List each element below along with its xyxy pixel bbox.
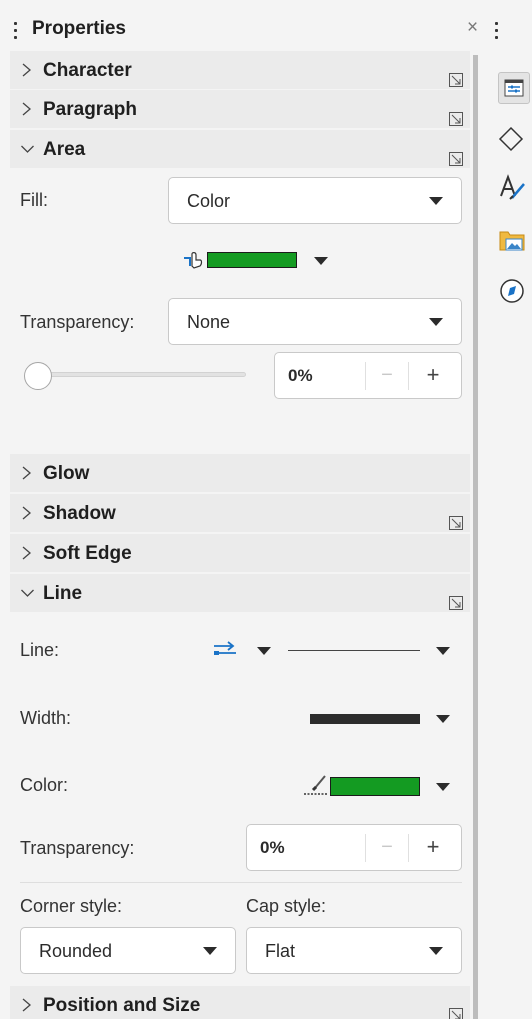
arrow-style-dropdown-icon[interactable] xyxy=(257,647,271,655)
transparency-slider-handle[interactable] xyxy=(24,362,52,390)
line-color-label: Color: xyxy=(20,775,69,795)
fill-type-dropdown[interactable]: Color xyxy=(168,177,462,224)
transparency-slider-track[interactable] xyxy=(34,372,246,377)
gallery-icon[interactable] xyxy=(498,226,530,258)
chevron-right-icon xyxy=(22,506,31,520)
section-glow[interactable]: Glow xyxy=(10,454,470,492)
section-paragraph[interactable]: Paragraph xyxy=(10,90,470,128)
decrement-button[interactable]: − xyxy=(365,834,409,862)
section-position-and-size[interactable]: Position and Size xyxy=(10,986,470,1019)
section-line[interactable]: Line xyxy=(10,574,470,612)
navigator-icon[interactable] xyxy=(498,276,530,308)
line-width-preview[interactable] xyxy=(310,714,420,724)
dropdown-arrow-icon xyxy=(429,947,443,955)
section-label: Soft Edge xyxy=(43,543,132,564)
arrow-style-icon[interactable] xyxy=(212,640,238,660)
chevron-right-icon xyxy=(22,466,31,480)
section-label: Paragraph xyxy=(43,99,137,120)
shapes-icon[interactable] xyxy=(498,124,530,156)
more-options-icon[interactable] xyxy=(449,112,463,126)
dropdown-arrow-icon xyxy=(429,197,443,205)
fill-bucket-icon xyxy=(184,252,203,269)
properties-panel: Properties × Character Paragraph Area Fi… xyxy=(0,0,478,1019)
close-icon[interactable]: × xyxy=(467,17,478,39)
section-label: Line xyxy=(43,583,83,604)
section-shadow[interactable]: Shadow xyxy=(10,494,470,532)
sidebar-tab-deck xyxy=(478,0,532,1019)
chevron-right-icon xyxy=(22,998,31,1012)
fill-color-dropdown-icon[interactable] xyxy=(314,257,328,265)
line-style-preview-bg xyxy=(288,640,420,664)
chevron-right-icon xyxy=(22,546,31,560)
line-width-dropdown-icon[interactable] xyxy=(436,715,450,723)
divider xyxy=(20,882,462,883)
line-transparency-label: Transparency: xyxy=(20,838,135,858)
section-soft-edge[interactable]: Soft Edge xyxy=(10,534,470,572)
section-label: Position and Size xyxy=(43,995,201,1016)
chevron-down-icon xyxy=(21,589,34,597)
line-style-dropdown-icon[interactable] xyxy=(436,647,450,655)
section-label: Character xyxy=(43,60,132,81)
decrement-button[interactable]: − xyxy=(365,362,409,390)
increment-button[interactable]: + xyxy=(413,361,453,391)
styles-icon[interactable] xyxy=(498,172,530,204)
more-options-icon[interactable] xyxy=(449,1008,463,1019)
chevron-down-icon xyxy=(21,145,34,153)
line-transparency-value: 0% xyxy=(260,838,285,857)
panel-grip-icon[interactable] xyxy=(14,22,17,25)
properties-icon[interactable] xyxy=(498,72,530,104)
line-color-dropdown-icon[interactable] xyxy=(436,783,450,791)
area-transparency-dropdown[interactable]: None xyxy=(168,298,462,345)
deck-grip-dot xyxy=(495,29,498,32)
fill-type-value: Color xyxy=(187,191,231,211)
fill-label: Fill: xyxy=(20,190,48,210)
area-transparency-value: 0% xyxy=(288,366,313,385)
deck-grip-dot xyxy=(495,36,498,39)
fill-color-swatch[interactable] xyxy=(207,252,297,268)
more-options-icon[interactable] xyxy=(449,73,463,87)
corner-style-dropdown[interactable]: Rounded xyxy=(20,927,236,974)
section-label: Shadow xyxy=(43,503,116,524)
fill-color-swatch-fill xyxy=(208,253,296,267)
corner-style-label: Corner style: xyxy=(20,896,123,916)
dropdown-arrow-icon xyxy=(203,947,217,955)
line-color-swatch[interactable] xyxy=(330,777,420,796)
line-style-label: Line: xyxy=(20,640,60,660)
more-options-icon[interactable] xyxy=(449,516,463,530)
line-color-icon xyxy=(304,775,328,795)
more-options-icon[interactable] xyxy=(449,152,463,166)
line-width-label: Width: xyxy=(20,708,72,728)
panel-grip-dot xyxy=(14,36,17,39)
area-transparency-label: Transparency: xyxy=(20,312,135,332)
panel-title: Properties xyxy=(32,18,126,39)
section-area[interactable]: Area xyxy=(10,130,470,168)
corner-style-value: Rounded xyxy=(39,941,113,961)
chevron-right-icon xyxy=(22,102,31,116)
cap-style-dropdown[interactable]: Flat xyxy=(246,927,462,974)
area-transparency-mode: None xyxy=(187,312,231,332)
line-transparency-spinbox[interactable]: 0% − + xyxy=(246,824,462,871)
line-style-preview[interactable] xyxy=(288,650,420,651)
cap-style-label: Cap style: xyxy=(246,896,327,916)
dropdown-arrow-icon xyxy=(429,318,443,326)
section-label: Area xyxy=(43,139,86,160)
more-options-icon[interactable] xyxy=(449,596,463,610)
section-label: Glow xyxy=(43,463,90,484)
section-character[interactable]: Character xyxy=(10,51,470,89)
cap-style-value: Flat xyxy=(265,941,296,961)
chevron-right-icon xyxy=(22,63,31,77)
line-color-swatch-fill xyxy=(331,778,419,795)
panel-grip-dot xyxy=(14,29,17,32)
deck-grip-icon[interactable] xyxy=(495,22,498,25)
area-transparency-spinbox[interactable]: 0% − + xyxy=(274,352,462,399)
increment-button[interactable]: + xyxy=(413,833,453,863)
